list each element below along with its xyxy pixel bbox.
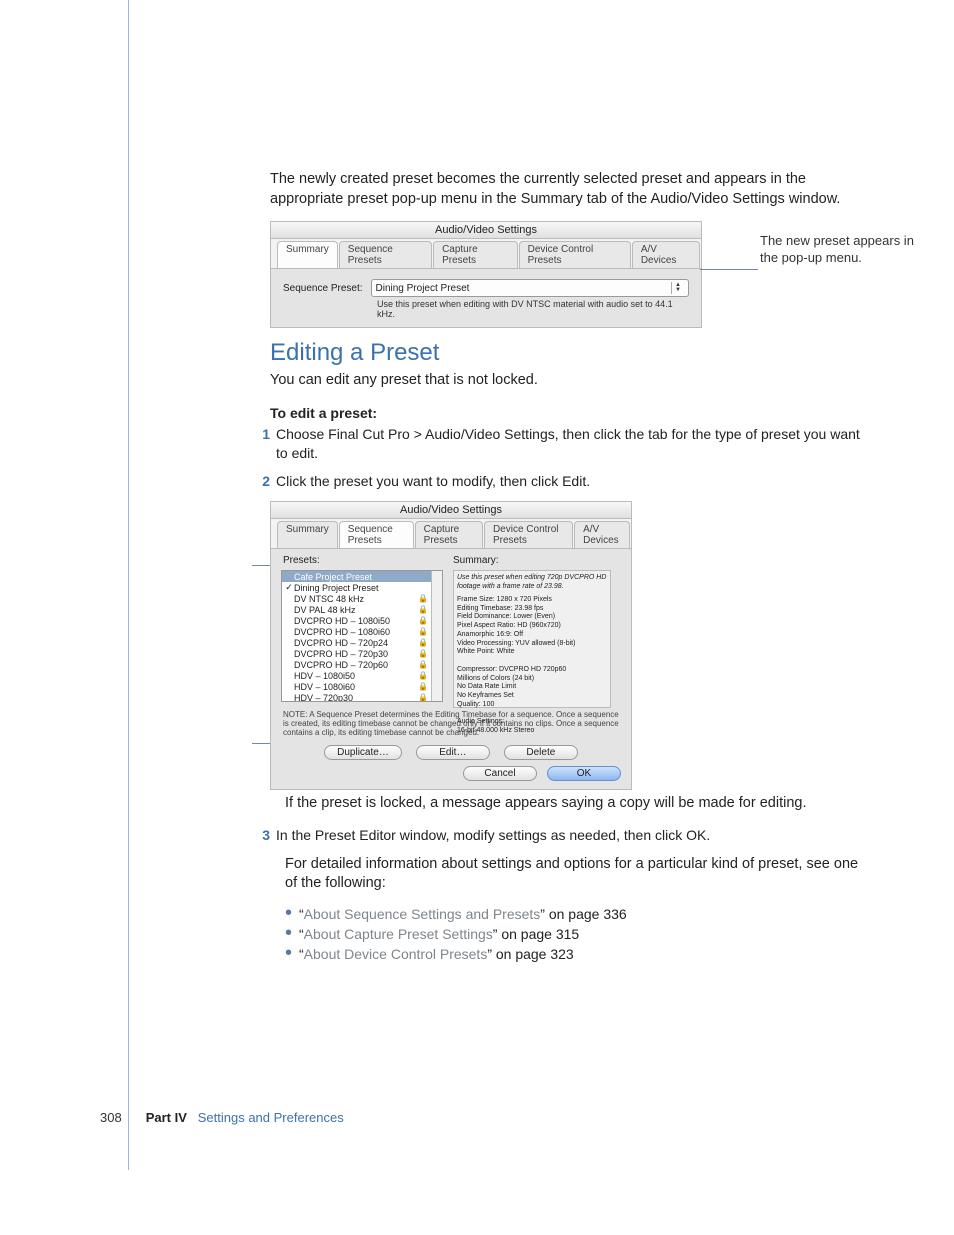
step-2b-text: If the preset is locked, a message appea… bbox=[130, 794, 874, 814]
preset-name: DV NTSC 48 kHz bbox=[294, 594, 364, 604]
preset-row[interactable]: HDV – 720p30🔒 bbox=[282, 692, 442, 702]
tab2-sequence-presets[interactable]: Sequence Presets bbox=[339, 521, 414, 548]
footer-section: Settings and Preferences bbox=[198, 1110, 344, 1125]
tab-summary[interactable]: Summary bbox=[277, 241, 338, 268]
intro-text: The newly created preset becomes the cur… bbox=[130, 170, 874, 209]
preset-summary-box: Use this preset when editing 720p DVCPRO… bbox=[453, 570, 611, 708]
xref-link[interactable]: About Sequence Settings and Presets bbox=[304, 906, 541, 922]
page-footer: 308 Part IV Settings and Preferences bbox=[100, 1110, 344, 1125]
checkmark-icon: ✓ bbox=[284, 582, 294, 593]
preset-row[interactable]: Cafe Project Preset bbox=[282, 571, 442, 582]
preset-name: DVCPRO HD – 1080i60 bbox=[294, 627, 390, 637]
tab2-summary[interactable]: Summary bbox=[277, 521, 338, 548]
margin-rule bbox=[128, 0, 129, 1170]
leader-line-1 bbox=[700, 269, 758, 270]
preset-row[interactable]: DV NTSC 48 kHz🔒 bbox=[282, 593, 442, 604]
preset-name: DVCPRO HD – 720p24 bbox=[294, 638, 388, 648]
ok-button[interactable]: OK bbox=[547, 766, 621, 781]
preset-name: DVCPRO HD – 720p60 bbox=[294, 660, 388, 670]
preset-row[interactable]: HDV – 1080i60🔒 bbox=[282, 681, 442, 692]
sequence-preset-label: Sequence Preset: bbox=[283, 283, 363, 294]
preset-hint: Use this preset when editing with DV NTS… bbox=[377, 299, 689, 319]
preset-row[interactable]: DVCPRO HD – 720p30🔒 bbox=[282, 648, 442, 659]
cancel-button[interactable]: Cancel bbox=[463, 766, 537, 781]
see-also-item: “About Sequence Settings and Presets” on… bbox=[285, 906, 874, 922]
window-title-2: Audio/Video Settings bbox=[271, 502, 631, 519]
see-also-list: “About Sequence Settings and Presets” on… bbox=[130, 906, 874, 962]
step-1: 1 Choose Final Cut Pro > Audio/Video Set… bbox=[130, 425, 874, 463]
tab-sequence-presets[interactable]: Sequence Presets bbox=[339, 241, 432, 268]
preset-name: DVCPRO HD – 720p30 bbox=[294, 649, 388, 659]
step-num-1: 1 bbox=[253, 425, 276, 463]
tab2-av-devices[interactable]: A/V Devices bbox=[574, 521, 630, 548]
duplicate-button[interactable]: Duplicate… bbox=[324, 745, 402, 760]
step-1-text: Choose Final Cut Pro > Audio/Video Setti… bbox=[276, 425, 874, 463]
delete-button[interactable]: Delete bbox=[504, 745, 578, 760]
step-num-2: 2 bbox=[253, 472, 276, 491]
xref-link[interactable]: About Device Control Presets bbox=[304, 946, 488, 962]
task-heading: To edit a preset: bbox=[130, 405, 874, 421]
tab-row-2: Summary Sequence Presets Capture Presets… bbox=[271, 519, 631, 549]
tab-row: Summary Sequence Presets Capture Presets… bbox=[271, 239, 701, 269]
preset-row[interactable]: DV PAL 48 kHz🔒 bbox=[282, 604, 442, 615]
tab-capture-presets[interactable]: Capture Presets bbox=[433, 241, 518, 268]
preset-row[interactable]: ✓Dining Project Preset bbox=[282, 582, 442, 593]
popup-value: Dining Project Preset bbox=[376, 283, 470, 294]
edit-intro: You can edit any preset that is not lock… bbox=[130, 371, 874, 391]
preset-row[interactable]: DVCPRO HD – 720p60🔒 bbox=[282, 659, 442, 670]
preset-listbox[interactable]: Cafe Project Preset✓Dining Project Prese… bbox=[281, 570, 443, 702]
step-2-text: Click the preset you want to modify, the… bbox=[276, 472, 874, 491]
col-summary-label: Summary: bbox=[453, 555, 499, 566]
avsettings-window-2: Audio/Video Settings Summary Sequence Pr… bbox=[270, 501, 632, 790]
edit-button[interactable]: Edit… bbox=[416, 745, 490, 760]
xref-link[interactable]: About Capture Preset Settings bbox=[304, 926, 493, 942]
preset-row[interactable]: DVCPRO HD – 1080i60🔒 bbox=[282, 626, 442, 637]
step-3b-text: For detailed information about settings … bbox=[130, 855, 874, 894]
preset-name: HDV – 1080i60 bbox=[294, 682, 355, 692]
preset-row[interactable]: HDV – 1080i50🔒 bbox=[282, 670, 442, 681]
figure-1: Audio/Video Settings Summary Sequence Pr… bbox=[270, 221, 874, 301]
see-also-item: “About Device Control Presets” on page 3… bbox=[285, 946, 874, 962]
tab-device-control-presets[interactable]: Device Control Presets bbox=[519, 241, 631, 268]
step-3: 3 In the Preset Editor window, modify se… bbox=[130, 826, 874, 845]
preset-name: DV PAL 48 kHz bbox=[294, 605, 356, 615]
figure-2: Click the preset you want to edit. Then … bbox=[270, 501, 874, 776]
see-also-item: “About Capture Preset Settings” on page … bbox=[285, 926, 874, 942]
tab2-device-control-presets[interactable]: Device Control Presets bbox=[484, 521, 573, 548]
preset-name: Dining Project Preset bbox=[294, 583, 379, 593]
tab2-capture-presets[interactable]: Capture Presets bbox=[415, 521, 483, 548]
heading-editing-preset: Editing a Preset bbox=[130, 339, 874, 367]
sequence-preset-popup[interactable]: Dining Project Preset ▲▼ bbox=[371, 279, 690, 297]
popup-arrows-icon: ▲▼ bbox=[671, 282, 684, 294]
summary-header: Use this preset when editing 720p DVCPRO… bbox=[457, 574, 607, 592]
step-3-text: In the Preset Editor window, modify sett… bbox=[276, 826, 874, 845]
col-presets-label: Presets: bbox=[283, 555, 443, 566]
tab-av-devices[interactable]: A/V Devices bbox=[632, 241, 700, 268]
preset-row[interactable]: DVCPRO HD – 1080i50🔒 bbox=[282, 615, 442, 626]
step-num-3: 3 bbox=[253, 826, 276, 845]
page-number: 308 bbox=[100, 1110, 122, 1125]
preset-row[interactable]: DVCPRO HD – 720p24🔒 bbox=[282, 637, 442, 648]
callout-popup: The new preset appears in the pop-up men… bbox=[760, 233, 930, 267]
avsettings-window-1: Audio/Video Settings Summary Sequence Pr… bbox=[270, 221, 702, 328]
preset-name: DVCPRO HD – 1080i50 bbox=[294, 616, 390, 626]
step-2: 2 Click the preset you want to modify, t… bbox=[130, 472, 874, 491]
preset-name: HDV – 1080i50 bbox=[294, 671, 355, 681]
footer-part: Part IV bbox=[146, 1110, 187, 1125]
preset-name: Cafe Project Preset bbox=[294, 572, 372, 582]
window-title: Audio/Video Settings bbox=[271, 222, 701, 239]
preset-name: HDV – 720p30 bbox=[294, 693, 353, 703]
listbox-scrollbar[interactable] bbox=[431, 571, 442, 701]
